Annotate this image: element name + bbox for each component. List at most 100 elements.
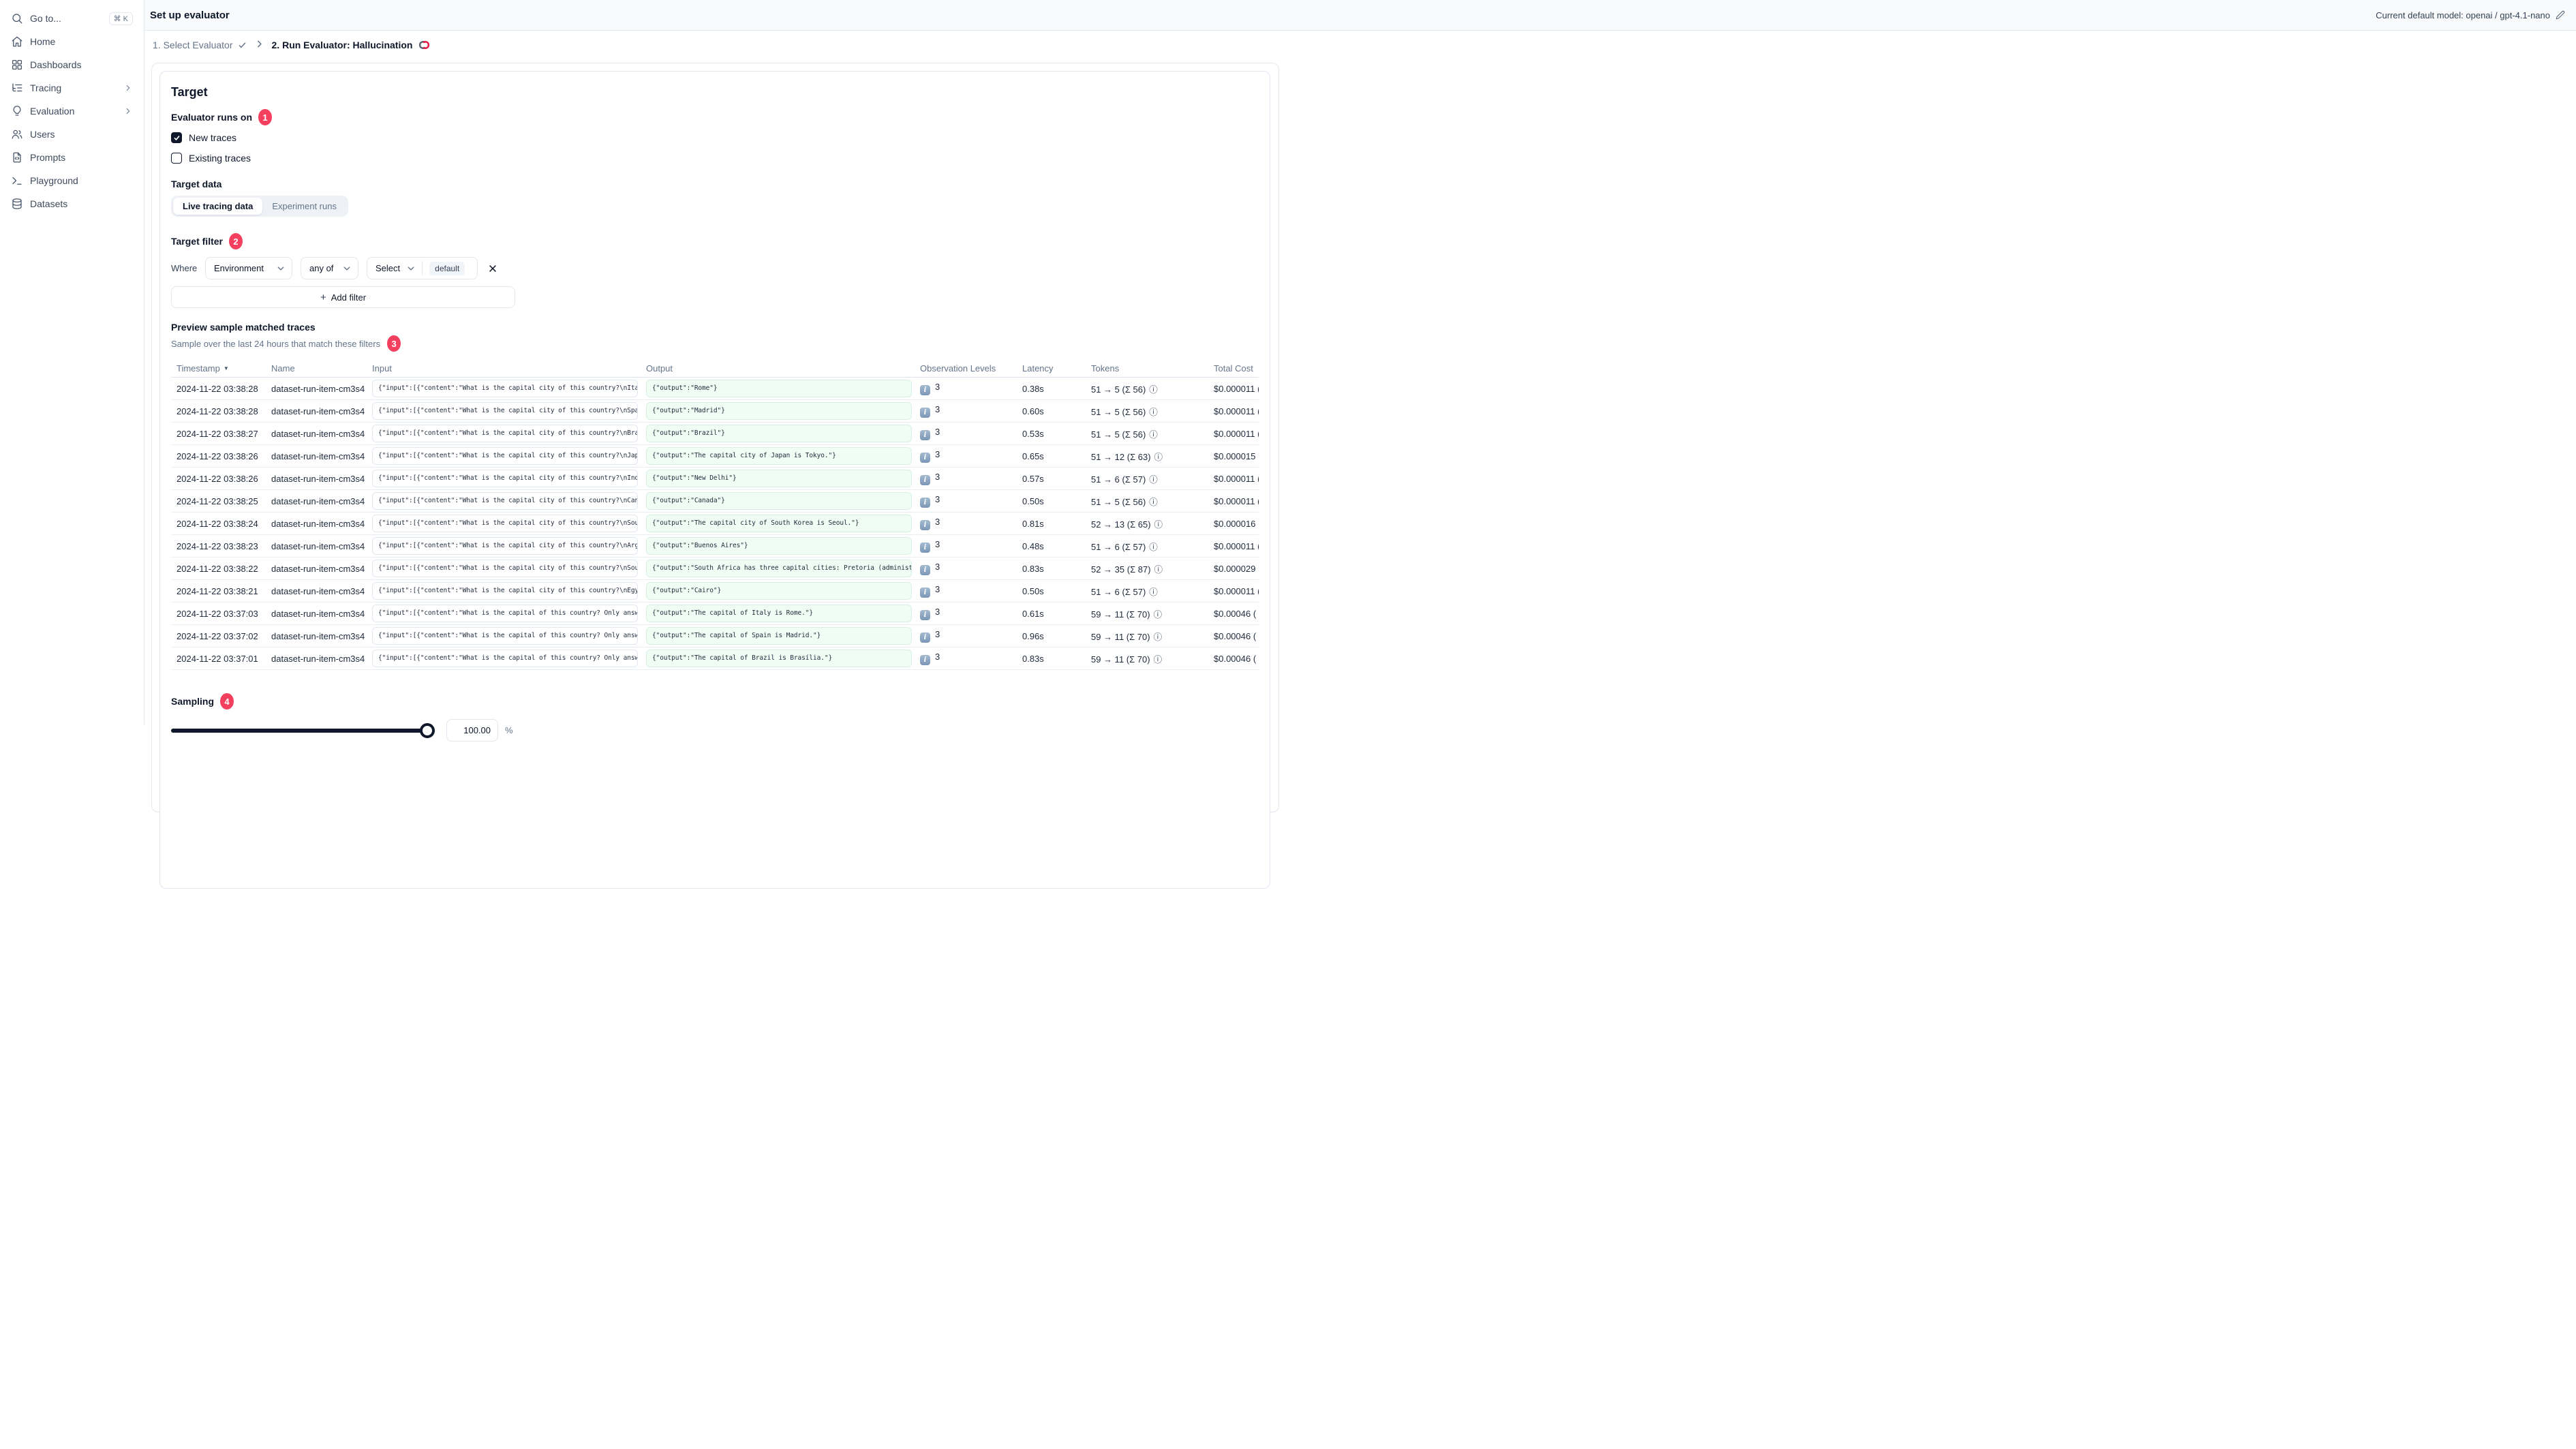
sidebar-item-prompts[interactable]: Prompts	[5, 146, 138, 169]
cell-input[interactable]: {"input":[{"content":"What is the capita…	[372, 627, 638, 645]
cell-input[interactable]: {"input":[{"content":"What is the capita…	[372, 515, 638, 532]
cell-name: dataset-run-item-cm3s4	[271, 608, 365, 619]
sampling-percent-input[interactable]	[446, 719, 498, 742]
cell-input[interactable]: {"input":[{"content":"What is the capita…	[372, 650, 638, 667]
sidebar-item-playground[interactable]: Playground	[5, 169, 138, 192]
cell-observation-levels: 3	[935, 629, 940, 639]
cell-input[interactable]: {"input":[{"content":"What is the capita…	[372, 402, 638, 420]
sidebar-item-evaluation[interactable]: Evaluation	[5, 100, 138, 123]
cell-observation-levels: 3	[935, 607, 940, 617]
cell-total-cost: $0.000011 (	[1214, 383, 1259, 394]
table-row[interactable]: 2024-11-22 03:38:28 dataset-run-item-cm3…	[171, 378, 1259, 400]
cell-output[interactable]: {"output":"The capital city of South Kor…	[646, 515, 912, 532]
table-row[interactable]: 2024-11-22 03:38:28 dataset-run-item-cm3…	[171, 400, 1259, 423]
col-latency[interactable]: Latency	[1022, 363, 1091, 373]
cell-output[interactable]: {"output":"Rome"}	[646, 380, 912, 397]
target-card: Target Evaluator runs on 1 New traces Ex…	[159, 71, 1270, 889]
tab-experiment-runs[interactable]: Experiment runs	[262, 198, 346, 215]
cell-tokens: 51 → 6 (Σ 57)	[1091, 474, 1146, 485]
add-filter-button[interactable]: + Add filter	[171, 286, 515, 308]
cell-timestamp: 2024-11-22 03:37:02	[177, 630, 258, 641]
cell-name: dataset-run-item-cm3s4	[271, 473, 365, 484]
cell-input[interactable]: {"input":[{"content":"What is the capita…	[372, 582, 638, 600]
sidebar-item-datasets[interactable]: Datasets	[5, 192, 138, 215]
sidebar-item-users[interactable]: Users	[5, 123, 138, 146]
info-circle-icon: ⓘ	[1153, 654, 1163, 665]
table-row[interactable]: 2024-11-22 03:38:23 dataset-run-item-cm3…	[171, 535, 1259, 558]
checkbox-checked-icon[interactable]	[171, 132, 182, 143]
checkbox-existing-traces-label: Existing traces	[189, 153, 251, 164]
cell-observation-levels: 3	[935, 449, 940, 459]
cell-tokens: 51 → 12 (Σ 63)	[1091, 451, 1151, 462]
table-row[interactable]: 2024-11-22 03:37:01 dataset-run-item-cm3…	[171, 647, 1259, 670]
col-name[interactable]: Name	[271, 363, 372, 373]
table-row[interactable]: 2024-11-22 03:38:22 dataset-run-item-cm3…	[171, 558, 1259, 580]
edit-pencil-icon[interactable]	[2556, 10, 2565, 20]
cell-output[interactable]: {"output":"The capital of Brazil is Bras…	[646, 650, 912, 667]
cell-output[interactable]: {"output":"Madrid"}	[646, 402, 912, 420]
checkbox-existing-traces[interactable]: Existing traces	[171, 150, 1259, 166]
cell-output[interactable]: {"output":"The capital of Spain is Madri…	[646, 627, 912, 645]
table-row[interactable]: 2024-11-22 03:37:02 dataset-run-item-cm3…	[171, 625, 1259, 647]
cell-output[interactable]: {"output":"The capital of Italy is Rome.…	[646, 605, 912, 622]
checkbox-unchecked-icon[interactable]	[171, 153, 182, 164]
cell-input[interactable]: {"input":[{"content":"What is the capita…	[372, 425, 638, 442]
table-row[interactable]: 2024-11-22 03:38:27 dataset-run-item-cm3…	[171, 423, 1259, 445]
filter-operator-select[interactable]: any of	[301, 257, 358, 279]
annotation-badge-2: 2	[228, 233, 243, 249]
remove-filter-button[interactable]	[486, 262, 500, 275]
cell-output[interactable]: {"output":"Brazil"}	[646, 425, 912, 442]
table-row[interactable]: 2024-11-22 03:38:26 dataset-run-item-cm3…	[171, 468, 1259, 490]
cell-input[interactable]: {"input":[{"content":"What is the capita…	[372, 380, 638, 397]
cell-timestamp: 2024-11-22 03:38:21	[177, 585, 258, 596]
col-total-cost[interactable]: Total Cost	[1214, 363, 1259, 373]
chevron-down-icon	[343, 266, 350, 271]
checkbox-new-traces[interactable]: New traces	[171, 129, 1259, 146]
slider-thumb[interactable]	[420, 722, 435, 738]
cell-input[interactable]: {"input":[{"content":"What is the capita…	[372, 492, 638, 510]
col-input[interactable]: Input	[372, 363, 646, 373]
sidebar-item-tracing[interactable]: Tracing	[5, 76, 138, 100]
cell-input[interactable]: {"input":[{"content":"What is the capita…	[372, 537, 638, 555]
cell-input[interactable]: {"input":[{"content":"What is the capita…	[372, 605, 638, 622]
page-title: Set up evaluator	[150, 9, 230, 21]
goto-search[interactable]: Go to... ⌘ K	[5, 7, 138, 30]
cell-latency: 0.50s	[1022, 495, 1044, 506]
sidebar-item-dashboards[interactable]: Dashboards	[5, 53, 138, 76]
cell-timestamp: 2024-11-22 03:38:26	[177, 451, 258, 461]
cell-input[interactable]: {"input":[{"content":"What is the capita…	[372, 560, 638, 577]
chevron-right-icon	[123, 106, 133, 116]
cell-output[interactable]: {"output":"New Delhi"}	[646, 470, 912, 487]
table-row[interactable]: 2024-11-22 03:38:26 dataset-run-item-cm3…	[171, 445, 1259, 468]
cell-output[interactable]: {"output":"The capital city of Japan is …	[646, 447, 912, 465]
filter-field-select[interactable]: Environment	[205, 257, 292, 279]
topbar: Set up evaluator Current default model: …	[144, 0, 2576, 31]
cell-total-cost: $0.000029	[1214, 563, 1256, 574]
cell-output[interactable]: {"output":"Buenos Aires"}	[646, 537, 912, 555]
sampling-slider[interactable]	[171, 722, 435, 738]
tab-live-tracing-data[interactable]: Live tracing data	[173, 198, 263, 215]
table-row[interactable]: 2024-11-22 03:38:25 dataset-run-item-cm3…	[171, 490, 1259, 513]
cell-output[interactable]: {"output":"Cairo"}	[646, 582, 912, 600]
sidebar-item-home[interactable]: Home	[5, 30, 138, 53]
cell-input[interactable]: {"input":[{"content":"What is the capita…	[372, 470, 638, 487]
cell-output[interactable]: {"output":"Canada"}	[646, 492, 912, 510]
col-output[interactable]: Output	[646, 363, 920, 373]
sidebar-item-label: Tracing	[30, 82, 62, 93]
table-row[interactable]: 2024-11-22 03:37:03 dataset-run-item-cm3…	[171, 603, 1259, 625]
check-icon	[239, 42, 245, 48]
info-square-icon: i	[920, 408, 930, 418]
info-circle-icon: ⓘ	[1149, 429, 1158, 440]
col-timestamp[interactable]: Timestamp ▼	[171, 363, 271, 373]
cell-tokens: 51 → 6 (Σ 57)	[1091, 541, 1146, 552]
info-square-icon: i	[920, 610, 930, 620]
table-row[interactable]: 2024-11-22 03:38:21 dataset-run-item-cm3…	[171, 580, 1259, 603]
step-select-evaluator[interactable]: 1. Select Evaluator	[153, 40, 247, 50]
cell-input[interactable]: {"input":[{"content":"What is the capita…	[372, 447, 638, 465]
col-observation-levels[interactable]: Observation Levels	[920, 363, 1022, 373]
col-tokens[interactable]: Tokens	[1091, 363, 1214, 373]
filter-value-select[interactable]: Select default	[367, 257, 478, 279]
table-row[interactable]: 2024-11-22 03:38:24 dataset-run-item-cm3…	[171, 513, 1259, 535]
cell-output[interactable]: {"output":"South Africa has three capita…	[646, 560, 912, 577]
cell-name: dataset-run-item-cm3s4	[271, 406, 365, 416]
